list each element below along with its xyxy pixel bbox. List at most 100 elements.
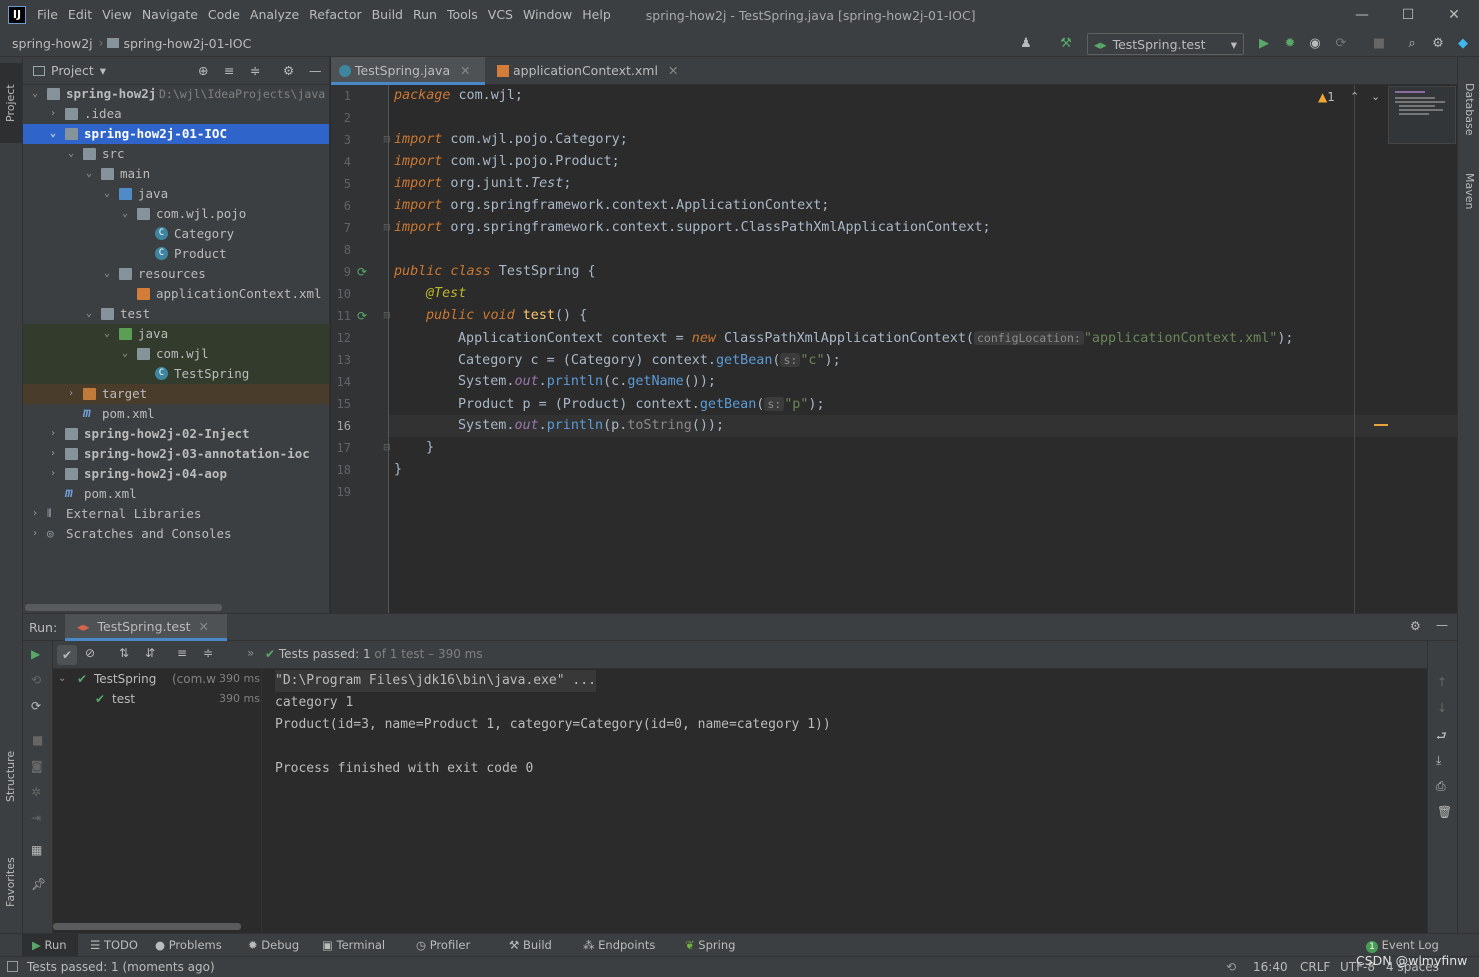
test-suite-row[interactable]: ⌄ ✔ TestSpring (com.w 390 ms bbox=[53, 669, 261, 689]
horizontal-scrollbar[interactable] bbox=[25, 604, 222, 611]
tree-item-main[interactable]: ⌄ main bbox=[23, 164, 329, 184]
menu-tools[interactable]: Tools bbox=[442, 0, 483, 30]
stop-icon[interactable]: ■ bbox=[32, 733, 43, 747]
build-hammer-icon[interactable]: ⚒ bbox=[1057, 35, 1075, 53]
tool-tab-problems[interactable]: ● Problems bbox=[155, 934, 222, 957]
settings-gear-icon[interactable]: ⚙ bbox=[1429, 35, 1447, 53]
collapse-all-icon[interactable]: ≑ bbox=[203, 646, 213, 660]
status-message[interactable]: Tests passed: 1 (moments ago) bbox=[27, 957, 215, 977]
tree-item-target[interactable]: › target bbox=[23, 384, 329, 404]
tree-item-category[interactable]: C Category bbox=[23, 224, 329, 244]
camera-icon[interactable]: ◙ bbox=[31, 759, 43, 773]
tool-tab-profiler[interactable]: ◷ Profiler bbox=[416, 934, 470, 957]
console-output[interactable] bbox=[262, 669, 1427, 933]
menu-window[interactable]: Window bbox=[518, 0, 577, 30]
database-tool-tab[interactable]: Database bbox=[1458, 69, 1479, 149]
menu-help[interactable]: Help bbox=[577, 0, 616, 30]
layout-icon[interactable]: ▦ bbox=[31, 843, 42, 857]
rerun-icon[interactable]: ▶ bbox=[31, 647, 40, 661]
print-icon[interactable]: ⎙ bbox=[1436, 779, 1446, 794]
debug-icon[interactable]: ✹ bbox=[1281, 35, 1299, 53]
profile-icon[interactable]: ⟳ bbox=[1332, 35, 1350, 53]
fold-icon[interactable]: ⊟ bbox=[383, 135, 391, 145]
options-gear-icon[interactable]: ⚙ bbox=[283, 63, 294, 78]
down-arrow-icon[interactable]: ↓ bbox=[1437, 701, 1447, 715]
tree-item-testspring[interactable]: C TestSpring bbox=[23, 364, 329, 384]
menu-build[interactable]: Build bbox=[367, 0, 408, 30]
user-icon[interactable]: ♟ bbox=[1017, 35, 1035, 53]
coverage-icon[interactable]: ◉ bbox=[1306, 35, 1324, 53]
tree-item-test[interactable]: ⌄ test bbox=[23, 304, 329, 324]
fold-icon[interactable]: ⊟ bbox=[383, 311, 391, 321]
tree-item-resources[interactable]: ⌄ resources bbox=[23, 264, 329, 284]
menu-code[interactable]: Code bbox=[203, 0, 245, 30]
toolbox-icon[interactable]: ◆ bbox=[1454, 35, 1472, 53]
up-arrow-icon[interactable]: ↑ bbox=[1437, 675, 1447, 689]
line-separator[interactable]: CRLF bbox=[1300, 957, 1330, 977]
tree-item-scratches[interactable]: › ◎ Scratches and Consoles bbox=[23, 524, 329, 544]
menu-refactor[interactable]: Refactor bbox=[304, 0, 366, 30]
tool-tab-debug[interactable]: ✹ Debug bbox=[248, 934, 299, 957]
minimize-icon[interactable]: — bbox=[1339, 0, 1385, 30]
tree-item-java-test[interactable]: ⌄ java bbox=[23, 324, 329, 344]
stop-icon[interactable]: ■ bbox=[1370, 35, 1388, 53]
close-tab-icon[interactable]: ✕ bbox=[198, 619, 208, 634]
menu-vcs[interactable]: VCS bbox=[483, 0, 518, 30]
soft-wrap-icon[interactable]: ⮐ bbox=[1436, 727, 1447, 748]
run-gutter-icon[interactable]: ⟳ bbox=[357, 265, 367, 279]
fold-icon[interactable]: ⊟ bbox=[383, 443, 391, 453]
run-tab-testspring[interactable]: ◂▸ TestSpring.test ✕ bbox=[65, 614, 227, 641]
debug-settings-icon[interactable]: ✲ bbox=[31, 785, 41, 799]
tree-item-module-01[interactable]: ⌄ spring-how2j-01-IOC bbox=[23, 124, 329, 144]
close-window-icon[interactable]: ✕ bbox=[1431, 0, 1477, 30]
settings-gear-icon[interactable]: ⚙ bbox=[1410, 619, 1421, 633]
tree-item-root[interactable]: ⌄ spring-how2j D:\wjl\IdeaProjects\java bbox=[23, 84, 329, 104]
tree-item-external-libraries[interactable]: › ⫴ External Libraries bbox=[23, 504, 329, 524]
fold-icon[interactable]: ⊟ bbox=[383, 223, 391, 233]
close-tab-icon[interactable]: ✕ bbox=[460, 63, 470, 78]
tool-tab-terminal[interactable]: ▣ Terminal bbox=[322, 934, 385, 957]
menu-run[interactable]: Run bbox=[408, 0, 442, 30]
tree-item-pojo-package[interactable]: ⌄ com.wjl.pojo bbox=[23, 204, 329, 224]
collapse-all-icon[interactable]: ≑ bbox=[250, 63, 260, 78]
run-configuration-select[interactable]: ◂▸ TestSpring.test ▾ bbox=[1087, 33, 1244, 55]
maven-tool-tab[interactable]: Maven bbox=[1458, 161, 1479, 221]
tool-tab-endpoints[interactable]: ⁂ Endpoints bbox=[583, 934, 655, 957]
tree-item-wjl-package[interactable]: ⌄ com.wjl bbox=[23, 344, 329, 364]
toggle-auto-test-icon[interactable]: ⟳ bbox=[31, 699, 41, 713]
chevron-down-icon[interactable]: ▾ bbox=[100, 63, 106, 78]
test-case-row[interactable]: ✔ test 390 ms bbox=[53, 689, 261, 709]
project-panel-title[interactable]: Project bbox=[51, 63, 94, 78]
previous-highlight-icon[interactable]: ⌃ bbox=[1350, 90, 1359, 103]
tree-item-appcontext-xml[interactable]: applicationContext.xml bbox=[23, 284, 329, 304]
warning-stripe-mark[interactable] bbox=[1374, 424, 1388, 426]
tool-tab-build[interactable]: ⚒ Build bbox=[509, 934, 552, 957]
structure-tool-tab[interactable]: Structure bbox=[0, 731, 22, 821]
tab-testspring-java[interactable]: TestSpring.java ✕ bbox=[331, 57, 485, 85]
menu-navigate[interactable]: Navigate bbox=[137, 0, 203, 30]
code-minimap[interactable] bbox=[1388, 86, 1456, 144]
tool-tab-run[interactable]: ▶ Run bbox=[22, 934, 78, 957]
show-ignored-icon[interactable]: ⊘ bbox=[85, 646, 95, 660]
hide-panel-icon[interactable]: — bbox=[309, 63, 322, 78]
tree-item-module-02[interactable]: › spring-how2j-02-Inject bbox=[23, 424, 329, 444]
expand-all-icon[interactable]: ≡ bbox=[224, 63, 234, 78]
tree-item-src[interactable]: ⌄ src bbox=[23, 144, 329, 164]
sync-icon[interactable]: ⟲ bbox=[1226, 957, 1236, 977]
menu-analyze[interactable]: Analyze bbox=[245, 0, 304, 30]
tree-item-idea[interactable]: › .idea bbox=[23, 104, 329, 124]
exit-icon[interactable]: ⇥ bbox=[31, 811, 41, 825]
breadcrumb-module[interactable]: spring-how2j-01-IOC bbox=[123, 36, 251, 51]
tree-item-product[interactable]: C Product bbox=[23, 244, 329, 264]
tab-applicationcontext-xml[interactable]: applicationContext.xml ✕ bbox=[489, 57, 689, 85]
menu-view[interactable]: View bbox=[97, 0, 137, 30]
locate-icon[interactable]: ⊕ bbox=[198, 63, 208, 78]
menu-file[interactable]: File bbox=[32, 0, 63, 30]
maximize-icon[interactable]: ☐ bbox=[1385, 0, 1431, 30]
close-tab-icon[interactable]: ✕ bbox=[668, 63, 678, 78]
trash-icon[interactable]: 🗑︎ bbox=[1437, 805, 1452, 819]
tree-item-module-pom[interactable]: m pom.xml bbox=[23, 404, 329, 424]
show-passed-icon[interactable]: ✔ bbox=[57, 645, 77, 665]
tree-item-java-main[interactable]: ⌄ java bbox=[23, 184, 329, 204]
tool-tab-spring[interactable]: ❦ Spring bbox=[685, 934, 735, 957]
